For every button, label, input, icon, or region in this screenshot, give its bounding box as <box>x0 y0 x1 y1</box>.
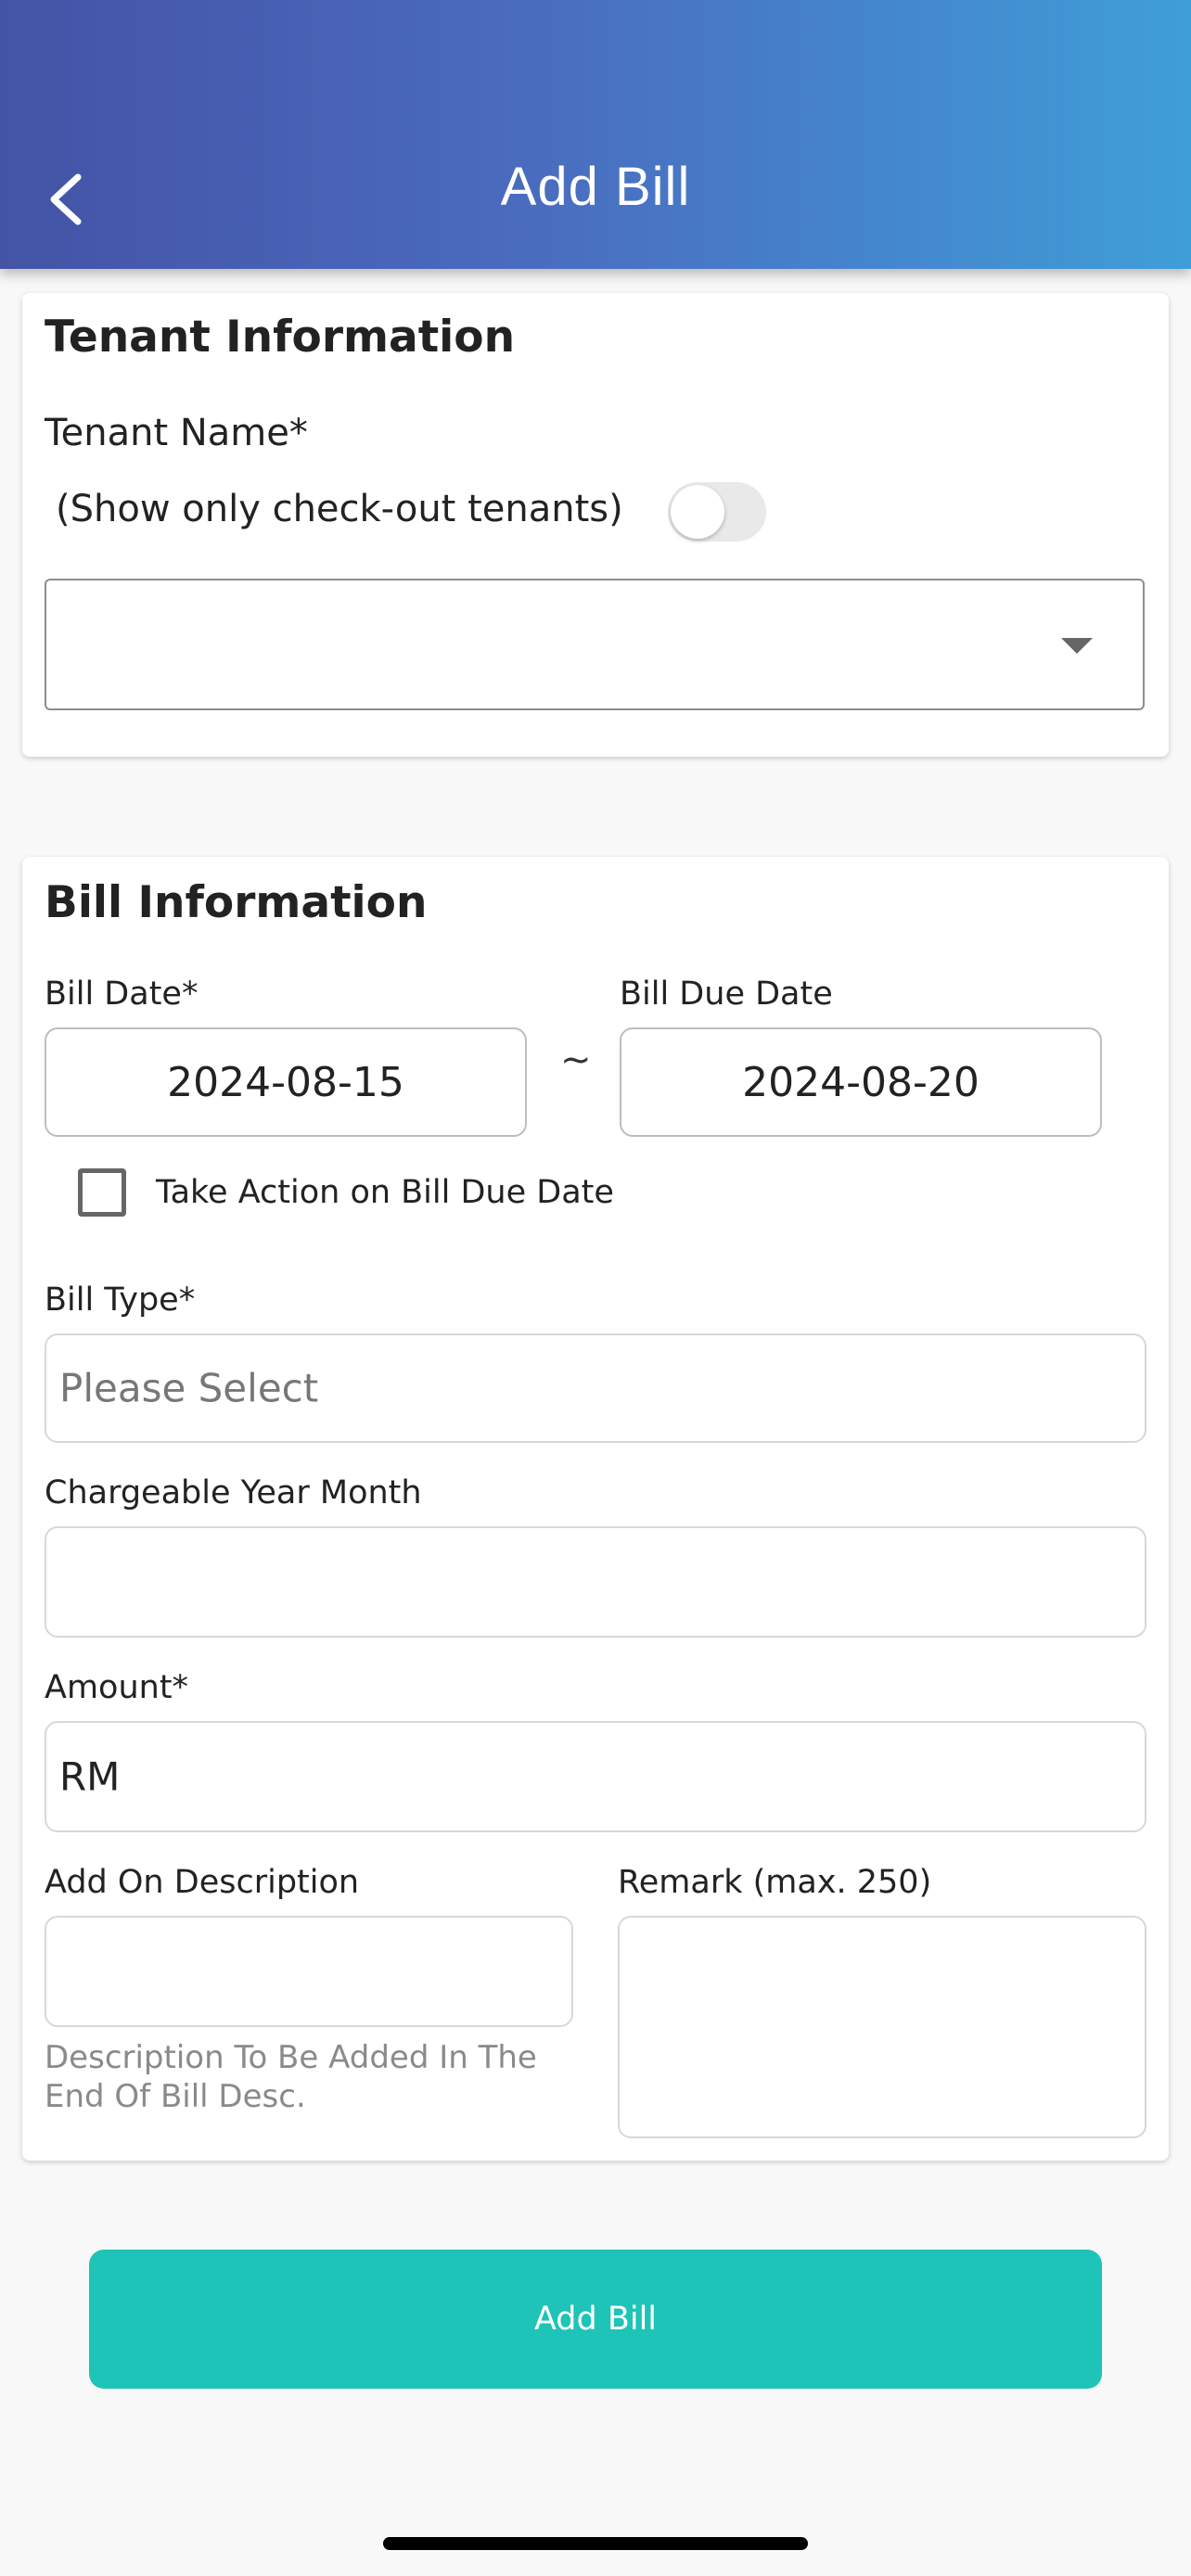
tenant-information-card: Tenant Information Tenant Name* (Show on… <box>22 293 1169 757</box>
checkout-tenants-toggle[interactable] <box>668 482 766 542</box>
remark-textarea[interactable] <box>618 1916 1146 2138</box>
checkout-toggle-label: (Show only check-out tenants) <box>56 488 623 530</box>
amount-input[interactable]: RM <box>45 1721 1146 1832</box>
caret-down-icon <box>1061 638 1093 654</box>
bill-type-label: Bill Type* <box>45 1282 196 1319</box>
home-indicator <box>383 2537 808 2550</box>
chargeable-year-month-input[interactable] <box>45 1526 1146 1638</box>
toggle-knob <box>671 485 724 539</box>
add-bill-button[interactable]: Add Bill <box>89 2250 1102 2389</box>
amount-prefix: RM <box>59 1753 121 1800</box>
page-title: Add Bill <box>500 157 691 217</box>
bill-type-placeholder: Please Select <box>59 1365 319 1411</box>
tenant-name-select[interactable] <box>45 579 1145 710</box>
app-header: Add Bill <box>0 0 1191 269</box>
tenant-section-title: Tenant Information <box>45 312 516 363</box>
remark-label: Remark (max. 250) <box>618 1864 932 1901</box>
tenant-name-label: Tenant Name* <box>45 412 308 454</box>
add-on-description-label: Add On Description <box>45 1864 360 1901</box>
add-on-description-input[interactable] <box>45 1916 573 2027</box>
bill-date-label: Bill Date* <box>45 976 198 1013</box>
take-action-label: Take Action on Bill Due Date <box>156 1174 614 1211</box>
amount-label: Amount* <box>45 1669 189 1706</box>
bill-information-card: Bill Information Bill Date* Bill Due Dat… <box>22 857 1169 2161</box>
bill-type-select[interactable]: Please Select <box>45 1333 1146 1443</box>
bill-section-title: Bill Information <box>45 877 428 928</box>
add-on-description-helper: Description To Be Added In The End Of Bi… <box>45 2039 537 2115</box>
due-date-label: Bill Due Date <box>620 976 833 1013</box>
bill-date-field[interactable]: 2024-08-15 <box>45 1027 527 1137</box>
take-action-checkbox[interactable] <box>78 1168 126 1217</box>
date-separator: ~ <box>560 1039 592 1081</box>
due-date-field[interactable]: 2024-08-20 <box>620 1027 1102 1137</box>
chargeable-year-month-label: Chargeable Year Month <box>45 1474 422 1511</box>
